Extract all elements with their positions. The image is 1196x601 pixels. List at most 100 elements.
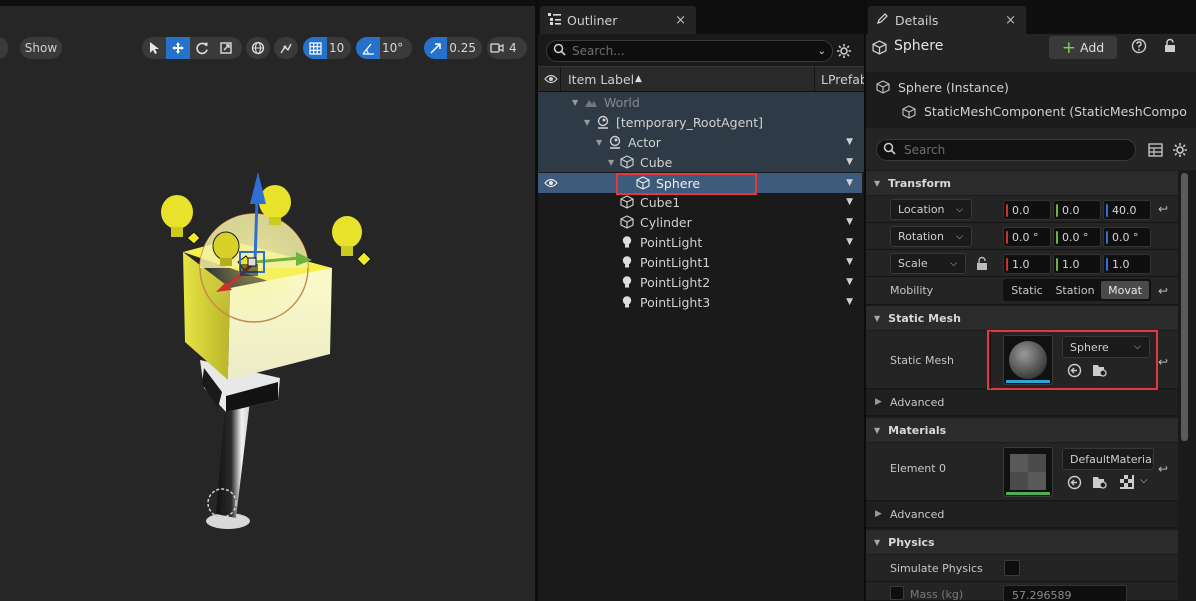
scale-x-field[interactable]: 1.0 [1003, 254, 1051, 274]
tree-row-cube[interactable]: ▼ Cube ▼ [538, 152, 862, 172]
viewport-outliner-splitter[interactable] [535, 0, 538, 601]
expand-arrow-icon[interactable]: ▼ [608, 158, 620, 167]
row-menu-arrow-icon[interactable]: ▼ [846, 277, 853, 287]
tree-row-actor[interactable]: ▼ Actor ▼ [538, 132, 862, 152]
search-options-chevron-icon[interactable]: ⌄ [818, 46, 826, 57]
tree-label: Cube1 [640, 194, 681, 210]
chevron-down-icon[interactable]: ⌵ [1140, 475, 1148, 486]
row-menu-arrow-icon[interactable]: ▼ [846, 237, 853, 247]
location-mode-dropdown[interactable]: Location ⌵ [890, 199, 972, 220]
tree-label: PointLight3 [640, 294, 711, 310]
material-asset-dropdown[interactable]: DefaultMaterial [1062, 448, 1154, 470]
rotation-mode-dropdown[interactable]: Rotation ⌵ [890, 226, 972, 247]
scale-mode-dropdown[interactable]: Scale ⌵ [890, 253, 966, 274]
expand-arrow-icon[interactable]: ▶ [875, 397, 882, 407]
rotation-label: Rotation [898, 230, 945, 243]
advanced-label[interactable]: Advanced [890, 396, 944, 409]
location-z-field[interactable]: 40.0 [1103, 200, 1151, 220]
tree-row-pointlight2[interactable]: PointLight2 ▼ [538, 272, 862, 292]
sort-ascending-icon[interactable]: ▲ [635, 74, 642, 84]
outliner-close-icon[interactable]: × [675, 13, 686, 28]
row-menu-arrow-icon[interactable]: ▼ [846, 217, 853, 227]
add-component-button[interactable]: + Add [1049, 36, 1117, 59]
expand-arrow-icon[interactable]: ▼ [596, 138, 608, 147]
static-mesh-icon [872, 40, 887, 58]
advanced-label[interactable]: Advanced [890, 508, 944, 521]
location-y-field[interactable]: 0.0 [1053, 200, 1101, 220]
tree-row-world[interactable]: ▼ World [538, 92, 862, 112]
reset-mobility-icon[interactable]: ↩ [1158, 284, 1168, 298]
cylinder-shaft[interactable] [216, 395, 250, 518]
property-matrix-icon[interactable] [1148, 143, 1163, 160]
location-x-field[interactable]: 0.0 [1003, 200, 1051, 220]
static-mesh-label: Static Mesh [890, 354, 954, 367]
section-static-mesh[interactable]: ▼ Static Mesh [866, 306, 1178, 330]
scale-lock-icon[interactable] [976, 256, 989, 274]
level-viewport[interactable]: t Show 10 10° [0, 0, 535, 601]
visibility-eye-icon[interactable] [544, 176, 558, 191]
expand-arrow-icon[interactable]: ▼ [572, 98, 584, 107]
section-transform[interactable]: ▼ Transform [866, 171, 1178, 195]
section-materials[interactable]: ▼ Materials [866, 418, 1178, 442]
outliner-settings-gear-icon[interactable] [836, 43, 852, 62]
browse-asset-icon[interactable] [1092, 475, 1108, 493]
mobility-movable-option[interactable]: Movat [1101, 281, 1149, 299]
component-instance[interactable]: Sphere (Instance) [898, 80, 1009, 95]
component-static-mesh[interactable]: StaticMeshComponent (StaticMeshComponent… [924, 104, 1188, 119]
material-thumbnail[interactable] [1003, 447, 1053, 497]
mobility-stationary-option[interactable]: Station [1051, 279, 1099, 301]
outliner-details-splitter[interactable] [864, 0, 866, 601]
checker-material-icon[interactable] [1120, 475, 1134, 492]
help-icon[interactable] [1131, 38, 1147, 57]
tree-row-root-agent[interactable]: ▼ [temporary_RootAgent] [538, 112, 862, 132]
tab-outliner[interactable]: Outliner × [540, 6, 696, 34]
location-label: Location [898, 203, 945, 216]
rotation-x-field[interactable]: 0.0 ° [1003, 227, 1051, 247]
visibility-eye-icon[interactable] [544, 72, 558, 87]
reset-location-icon[interactable]: ↩ [1158, 202, 1168, 216]
reset-static-mesh-icon[interactable]: ↩ [1158, 355, 1168, 369]
column-item-label[interactable]: Item Label [568, 72, 634, 87]
light-bulb-icon [620, 295, 634, 309]
scale-z-field[interactable]: 1.0 [1103, 254, 1151, 274]
mobility-static-option[interactable]: Static [1003, 279, 1051, 301]
pointlight-bulb[interactable] [161, 195, 201, 245]
mass-field[interactable]: 57.296589 [1003, 585, 1127, 601]
reset-material-icon[interactable]: ↩ [1158, 462, 1168, 476]
row-menu-arrow-icon[interactable]: ▼ [846, 297, 853, 307]
tree-row-pointlight1[interactable]: PointLight1 ▼ [538, 252, 862, 272]
rotation-y-field[interactable]: 0.0 ° [1053, 227, 1101, 247]
scene-render[interactable] [0, 0, 535, 601]
mass-override-checkbox[interactable] [890, 586, 904, 600]
plus-icon: + [1061, 37, 1077, 58]
tree-row-pointlight[interactable]: PointLight ▼ [538, 232, 862, 252]
element0-label: Element 0 [890, 462, 947, 475]
rotation-z-field[interactable]: 0.0 ° [1103, 227, 1151, 247]
row-menu-arrow-icon[interactable]: ▼ [846, 257, 853, 267]
light-bulb-icon [620, 275, 634, 289]
column-prefab[interactable]: LPrefab [821, 72, 868, 87]
tab-details[interactable]: Details × [868, 6, 1026, 34]
pointlight2-bulb[interactable] [332, 216, 372, 267]
search-icon [883, 142, 896, 158]
tree-row-pointlight3[interactable]: PointLight3 ▼ [538, 292, 862, 312]
tree-row-cylinder[interactable]: Cylinder ▼ [538, 212, 862, 232]
scale-y-field[interactable]: 1.0 [1053, 254, 1101, 274]
details-close-icon[interactable]: × [1005, 13, 1016, 28]
details-settings-gear-icon[interactable] [1172, 142, 1188, 161]
expand-arrow-icon[interactable]: ▼ [584, 118, 596, 127]
section-physics[interactable]: ▼ Physics [866, 530, 1178, 554]
row-menu-arrow-icon[interactable]: ▼ [846, 178, 853, 188]
row-menu-arrow-icon[interactable]: ▼ [846, 157, 853, 167]
row-menu-arrow-icon[interactable]: ▼ [846, 197, 853, 207]
row-menu-arrow-icon[interactable]: ▼ [846, 137, 853, 147]
simulate-physics-checkbox[interactable] [1004, 560, 1020, 576]
use-selected-asset-icon[interactable] [1067, 475, 1082, 493]
expand-arrow-icon[interactable]: ▶ [875, 509, 882, 519]
details-search-input[interactable]: Search [876, 139, 1136, 161]
details-scrollbar-thumb[interactable] [1181, 173, 1188, 441]
lock-icon[interactable] [1163, 38, 1177, 56]
tree-row-cube1[interactable]: Cube1 ▼ [538, 192, 862, 212]
tree-label: Cube [640, 154, 673, 170]
outliner-search-input[interactable]: Search... ⌄ [546, 40, 833, 62]
